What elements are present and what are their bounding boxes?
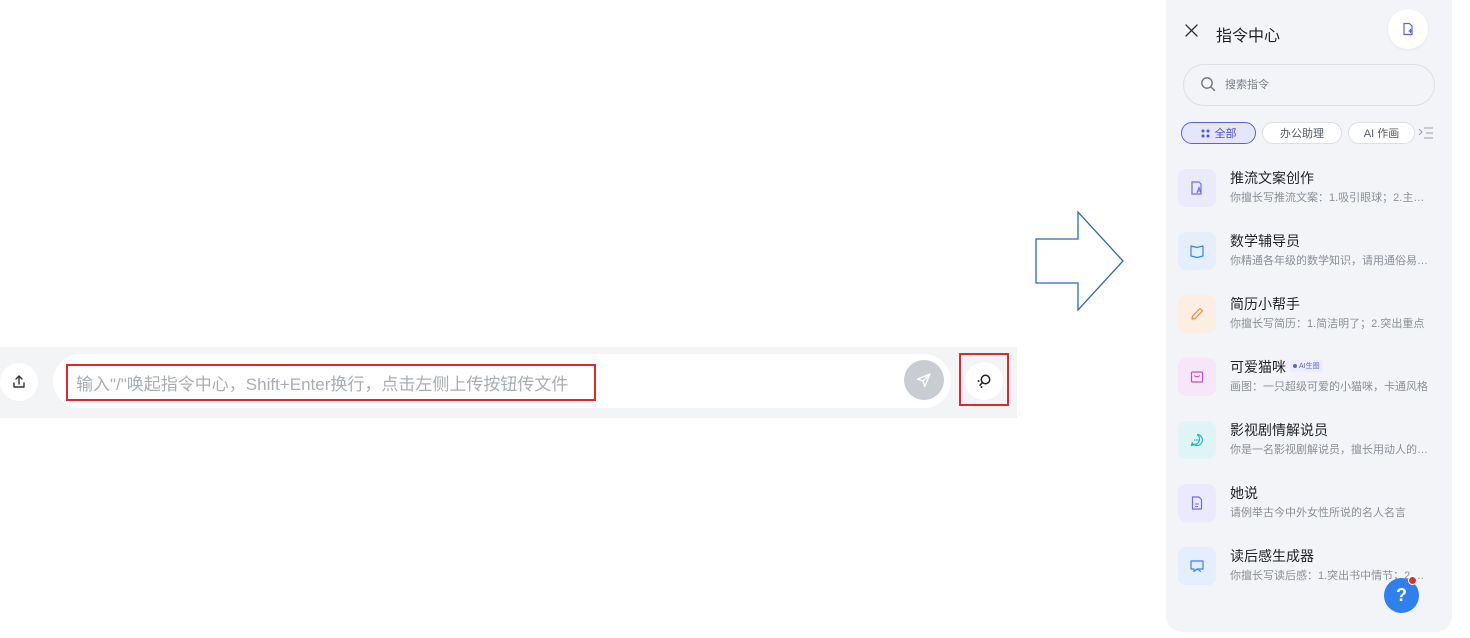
command-item-description: 你擅长写简历：1.简洁明了；2.突出重点 (1230, 318, 1425, 330)
command-item-title-text: 简历小帮手 (1230, 296, 1300, 312)
filter-chip-ai-drawing[interactable]: AI 作画 (1348, 122, 1415, 144)
command-item-title-text: 她说 (1230, 485, 1258, 501)
command-item-title: 数学辅导员 (1230, 231, 1300, 251)
command-icon (977, 374, 991, 388)
badge-dot-icon (1293, 364, 1297, 369)
filter-chip-label: 全部 (1214, 128, 1237, 140)
command-item-description: 你精通各年级的数学知识，请用通俗易懂的方式讲解 (1230, 255, 1430, 267)
filter-chip-office[interactable]: 办公助理 (1262, 122, 1342, 144)
close-button[interactable] (1182, 21, 1200, 39)
comment-icon (1178, 547, 1216, 585)
send-button[interactable] (904, 360, 944, 400)
picture-icon (1178, 358, 1216, 396)
command-item-title-text: 读后感生成器 (1230, 548, 1314, 564)
filter-chip-label: AI 作画 (1363, 128, 1400, 140)
panel-title: 指令中心 (1216, 28, 1281, 45)
badge-label: AI生图 (1299, 363, 1320, 371)
notification-dot (1408, 576, 1417, 585)
send-icon (916, 373, 931, 388)
upload-button[interactable] (0, 363, 38, 401)
command-item-title: 影视剧情解说员 (1230, 420, 1328, 440)
chat-input[interactable]: 输入"/"唤起指令中心，Shift+Enter换行，点击左侧上传按钮传文件 (66, 364, 596, 401)
command-item[interactable]: 数学辅导员你精通各年级的数学知识，请用通俗易懂的方式讲解 (1175, 226, 1435, 282)
command-item-title-text: 数学辅导员 (1230, 233, 1300, 249)
command-center-button[interactable] (965, 362, 1003, 400)
category-list-icon[interactable] (1418, 124, 1434, 142)
chat-input-placeholder: 输入"/"唤起指令中心，Shift+Enter换行，点击左侧上传按钮传文件 (76, 375, 569, 394)
command-item-description: 你擅长写推流文案：1.吸引眼球；2.主题明确；3.语言生动 (1230, 192, 1430, 204)
new-command-button[interactable] (1388, 9, 1428, 49)
command-item-description: 你是一名影视剧解说员，擅长用动人的语言 (1230, 444, 1430, 456)
new-document-icon (1403, 22, 1413, 36)
command-item[interactable]: 她说请例举古今中外女性所说的名人名言 (1175, 478, 1435, 534)
search-icon (1201, 77, 1216, 92)
command-item[interactable]: 可爱猫咪 AI生图画图：一只超级可爱的小猫咪，卡通风格 (1175, 352, 1435, 408)
command-item-title: 她说 (1230, 483, 1258, 503)
chat-bubble-icon (1178, 421, 1216, 459)
upload-icon (13, 375, 25, 388)
pencil-icon (1178, 295, 1216, 333)
command-item-title-text: 推流文案创作 (1230, 170, 1314, 186)
document-icon (1178, 484, 1216, 522)
command-item-description: 画图：一只超级可爱的小猫咪，卡通风格 (1230, 381, 1428, 393)
command-item-title: 推流文案创作 (1230, 168, 1314, 188)
command-item-title: 读后感生成器 (1230, 546, 1314, 566)
command-item[interactable]: 影视剧情解说员你是一名影视剧解说员，擅长用动人的语言 (1175, 415, 1435, 471)
command-item-title-text: 可爱猫咪 (1230, 359, 1286, 375)
command-item[interactable]: 推流文案创作你擅长写推流文案：1.吸引眼球；2.主题明确；3.语言生动 (1175, 163, 1435, 219)
command-item-title: 简历小帮手 (1230, 294, 1300, 314)
search-input[interactable] (1225, 74, 1415, 96)
arrow-right-icon (1035, 210, 1124, 312)
ai-image-badge: AI生图 (1290, 360, 1323, 373)
book-icon (1178, 232, 1216, 270)
command-item-title-text: 影视剧情解说员 (1230, 422, 1328, 438)
close-icon (1184, 23, 1198, 37)
command-item-description: 请例举古今中外女性所说的名人名言 (1230, 507, 1406, 519)
filter-chip-label: 办公助理 (1280, 128, 1324, 140)
command-item-title: 可爱猫咪 AI生图 (1230, 357, 1323, 377)
command-item[interactable]: 简历小帮手你擅长写简历：1.简洁明了；2.突出重点 (1175, 289, 1435, 345)
help-label: ? (1396, 585, 1407, 605)
doc-edit-icon (1178, 169, 1216, 207)
filter-chip-all[interactable]: 全部 (1181, 122, 1256, 144)
grid-icon (1201, 129, 1209, 137)
